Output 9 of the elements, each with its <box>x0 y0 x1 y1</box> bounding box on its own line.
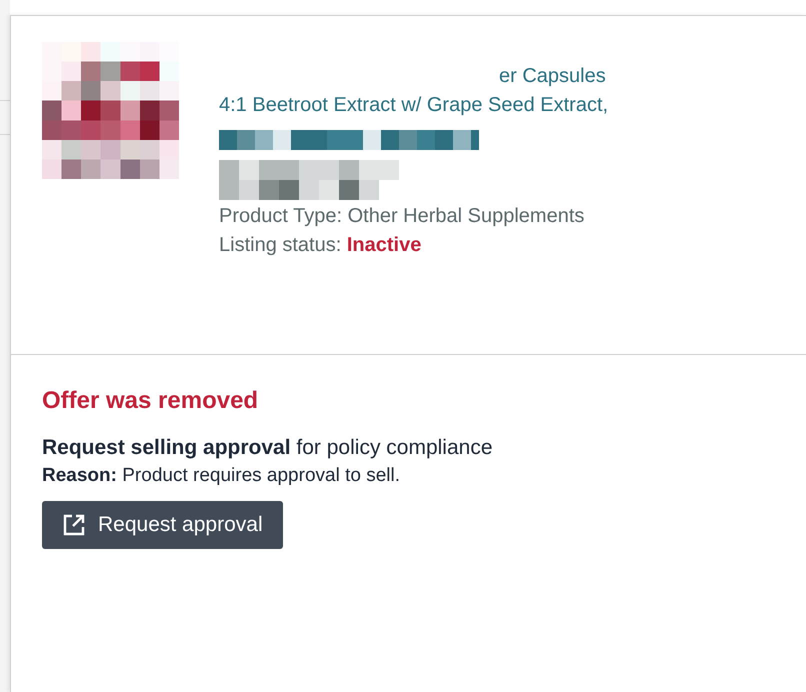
offer-heading: Offer was removed <box>42 386 258 416</box>
product-title-line[interactable]: 4:1 Beetroot Extract w/ Grape Seed Extract, <box>219 91 608 120</box>
listing-status: Listing status: Inactive <box>219 233 422 258</box>
reason-text: Reason: Product requires approval to sell. <box>42 464 400 488</box>
product-type: Product Type: Other Herbal Supplements <box>219 204 586 229</box>
external-link-icon <box>62 513 86 537</box>
request-approval-button[interactable]: Request approval <box>42 501 283 549</box>
product-title-line[interactable]: er Capsules <box>219 62 608 91</box>
approval-message: Request selling approval for policy compliance <box>42 435 492 461</box>
